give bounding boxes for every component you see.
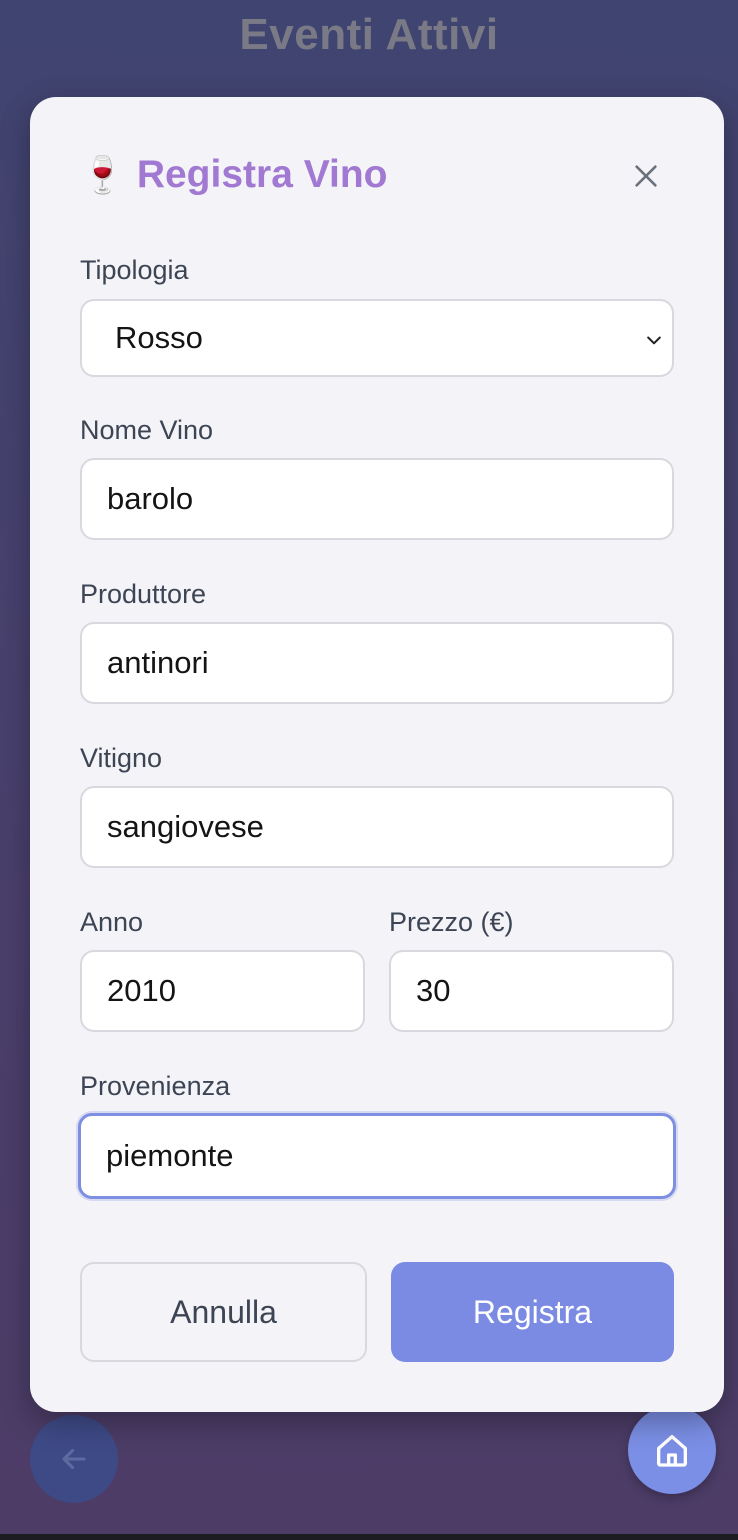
provenienza-input[interactable]: piemonte: [78, 1113, 676, 1199]
bottom-bar: [0, 1534, 738, 1540]
wine-glass-icon: 🍷: [80, 154, 125, 195]
vitigno-value: sangiovese: [107, 809, 264, 844]
background-page-title: Eventi Attivi: [239, 10, 499, 59]
prezzo-value: 30: [416, 973, 451, 1008]
cancel-button[interactable]: Annulla: [80, 1262, 367, 1362]
anno-input[interactable]: 2010: [80, 950, 365, 1032]
register-wine-modal: 🍷 Registra Vino Tipologia Rosso Nome Vin…: [30, 97, 724, 1412]
prezzo-input[interactable]: 30: [389, 950, 674, 1032]
provenienza-label: Provenienza: [80, 1071, 231, 1101]
nome-vino-value: barolo: [107, 481, 194, 516]
vitigno-label: Vitigno: [80, 743, 163, 773]
modal-title: Registra Vino: [136, 153, 388, 196]
chevron-down-icon: [647, 336, 661, 345]
tipologia-selected-value: Rosso: [115, 320, 203, 355]
register-button[interactable]: Registra: [391, 1262, 674, 1362]
modal-header: 🍷 Registra Vino: [80, 147, 388, 203]
back-button[interactable]: [30, 1415, 118, 1503]
produttore-input[interactable]: antinori: [80, 622, 674, 704]
close-icon: [635, 165, 657, 187]
home-button[interactable]: [628, 1406, 716, 1494]
provenienza-value: piemonte: [106, 1138, 234, 1173]
tipologia-select[interactable]: Rosso: [80, 299, 674, 377]
nome-vino-label: Nome Vino: [80, 415, 214, 445]
anno-value: 2010: [107, 973, 176, 1008]
vitigno-input[interactable]: sangiovese: [80, 786, 674, 868]
tipologia-label: Tipologia: [80, 255, 189, 285]
prezzo-label: Prezzo (€): [389, 907, 514, 937]
arrow-left-icon: [62, 1448, 86, 1470]
anno-label: Anno: [80, 907, 144, 937]
close-button[interactable]: [622, 152, 670, 200]
home-icon: [657, 1435, 687, 1467]
produttore-label: Produttore: [80, 579, 207, 609]
produttore-value: antinori: [107, 645, 209, 680]
nome-vino-input[interactable]: barolo: [80, 458, 674, 540]
